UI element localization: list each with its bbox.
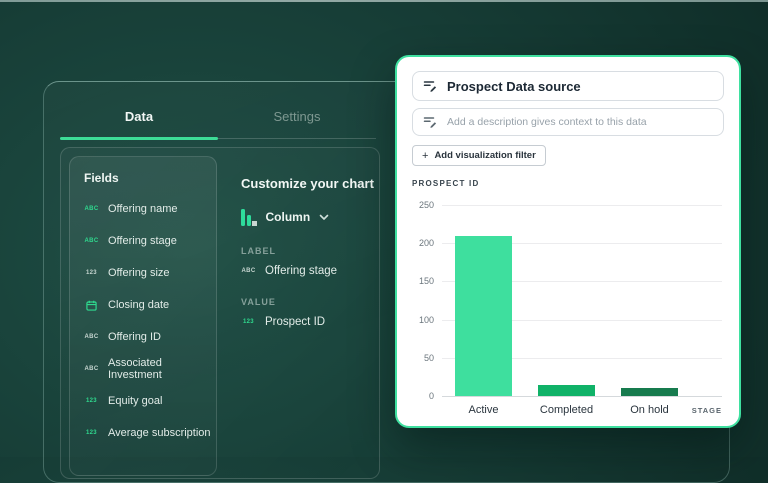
chart-type-selector[interactable]: Column bbox=[241, 208, 381, 226]
123-icon: 123 bbox=[84, 429, 99, 437]
data-source-name-input[interactable]: Prospect Data source bbox=[412, 71, 724, 101]
add-filter-label: Add visualization filter bbox=[434, 150, 535, 161]
label-field[interactable]: ABC Offering stage bbox=[241, 265, 381, 277]
customize-title: Customize your chart bbox=[241, 176, 381, 192]
description-input[interactable]: Add a description gives context to this … bbox=[412, 108, 724, 136]
data-source-name-value: Prospect Data source bbox=[447, 79, 581, 94]
field-item-label: Associated Investment bbox=[108, 357, 216, 381]
field-item[interactable]: 123 Offering size bbox=[84, 257, 216, 289]
field-item-label: Offering name bbox=[108, 203, 178, 215]
abc-icon: ABC bbox=[84, 333, 99, 341]
123-icon: 123 bbox=[84, 269, 99, 277]
x-axis-category-label: Active bbox=[442, 404, 525, 416]
123-icon: 123 bbox=[84, 397, 99, 405]
tab-data[interactable]: Data bbox=[60, 94, 218, 138]
chart-category-slot: Completed bbox=[525, 205, 608, 396]
field-item-label: Offering ID bbox=[108, 331, 161, 343]
field-item-label: Equity goal bbox=[108, 395, 162, 407]
chart-y-axis-title: PROSPECT ID bbox=[412, 179, 724, 188]
field-item[interactable]: ABC Offering stage bbox=[84, 225, 216, 257]
calendar-icon bbox=[84, 300, 99, 311]
data-source-card: Prospect Data source Add a description g… bbox=[395, 55, 741, 428]
value-field[interactable]: 123 Prospect ID bbox=[241, 316, 381, 328]
field-item[interactable]: Closing date bbox=[84, 289, 216, 321]
fields-panel: Fields ABC Offering name ABC Offering stage… bbox=[69, 156, 217, 476]
y-axis-tick-label: 0 bbox=[429, 391, 434, 401]
y-axis-tick-label: 50 bbox=[424, 353, 434, 363]
chevron-down-icon bbox=[319, 214, 329, 221]
label-section-heading: LABEL bbox=[241, 246, 381, 256]
abc-icon: ABC bbox=[241, 267, 256, 275]
chart-category-slot: On hold bbox=[608, 205, 691, 396]
fields-title: Fields bbox=[84, 171, 216, 185]
bar-active bbox=[455, 236, 512, 396]
field-item[interactable]: ABC Offering ID bbox=[84, 321, 216, 353]
plus-icon: + bbox=[422, 151, 428, 161]
field-item[interactable]: ABC Offering name bbox=[84, 193, 216, 225]
customize-section: Customize your chart Column LABEL ABC Of… bbox=[241, 176, 381, 328]
field-item[interactable]: 123 Average subscription bbox=[84, 417, 216, 449]
tab-settings[interactable]: Settings bbox=[218, 94, 376, 138]
abc-icon: ABC bbox=[84, 365, 99, 373]
bar-on-hold bbox=[621, 388, 678, 396]
field-item-label: Average subscription bbox=[108, 427, 211, 439]
value-section-heading: VALUE bbox=[241, 297, 381, 307]
value-field-name: Prospect ID bbox=[265, 316, 325, 328]
x-axis-category-label: On hold bbox=[608, 404, 691, 416]
y-axis-tick-label: 250 bbox=[419, 200, 434, 210]
field-item-label: Offering size bbox=[108, 267, 170, 279]
x-axis-category-label: Completed bbox=[525, 404, 608, 416]
x-axis-title: STAGE bbox=[692, 406, 722, 415]
chart-category-slot: Active bbox=[442, 205, 525, 396]
label-field-name: Offering stage bbox=[265, 265, 337, 277]
field-item-label: Closing date bbox=[108, 299, 169, 311]
data-config-container: Fields ABC Offering name ABC Offering stage… bbox=[60, 147, 380, 479]
edit-text-icon bbox=[423, 115, 437, 129]
fields-list: ABC Offering name ABC Offering stage 123 Offe… bbox=[84, 193, 216, 449]
y-axis-tick-label: 200 bbox=[419, 238, 434, 248]
editor-tabbar: Data Settings bbox=[60, 94, 376, 139]
column-chart-icon bbox=[241, 209, 257, 226]
chart-gridline bbox=[442, 396, 722, 397]
y-axis-tick-label: 100 bbox=[419, 315, 434, 325]
screen-top-edge bbox=[0, 0, 768, 2]
chart-plot: 050100150200250ActiveCompletedOn holdSTA… bbox=[442, 205, 722, 396]
field-item[interactable]: 123 Equity goal bbox=[84, 385, 216, 417]
bar-chart: 050100150200250ActiveCompletedOn holdSTA… bbox=[412, 197, 724, 417]
add-visualization-filter-button[interactable]: + Add visualization filter bbox=[412, 145, 546, 166]
field-item-label: Offering stage bbox=[108, 235, 177, 247]
edit-text-icon bbox=[423, 79, 437, 93]
description-placeholder: Add a description gives context to this … bbox=[447, 116, 647, 128]
123-icon: 123 bbox=[241, 318, 256, 326]
chart-type-label: Column bbox=[266, 210, 311, 224]
field-item[interactable]: ABC Associated Investment bbox=[84, 353, 216, 385]
abc-icon: ABC bbox=[84, 237, 99, 245]
bar-completed bbox=[538, 385, 595, 396]
abc-icon: ABC bbox=[84, 205, 99, 213]
y-axis-tick-label: 150 bbox=[419, 276, 434, 286]
